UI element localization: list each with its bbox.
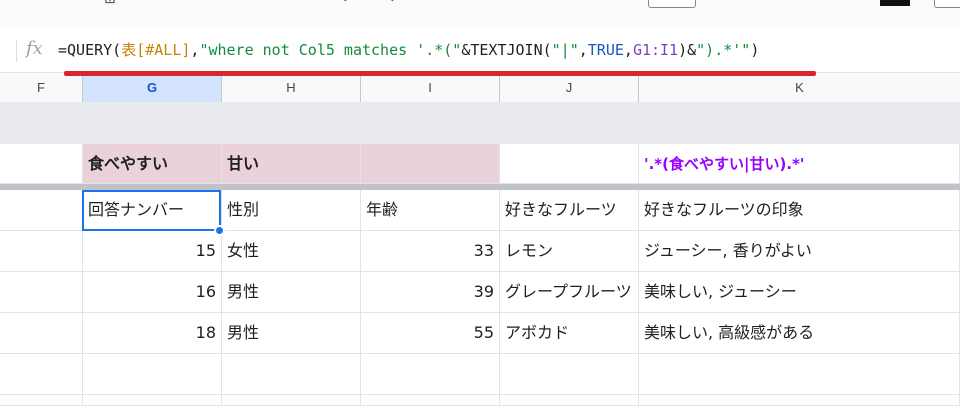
column-header-k[interactable]: K [639, 73, 960, 102]
redo-icon[interactable]: ↷ [384, 0, 396, 8]
cell-f-header[interactable] [0, 190, 83, 231]
cell-h-gender[interactable]: 男性 [222, 313, 361, 354]
cell-j[interactable] [500, 395, 639, 406]
formula-bar-divider [16, 40, 17, 62]
cell-f[interactable] [0, 395, 83, 406]
formula-range-ref: 表[#ALL] [121, 41, 191, 59]
formula-close-paren: ) [750, 41, 760, 59]
freeze-divider[interactable] [0, 184, 960, 190]
formula-bar: fx =QUERY(表[#ALL], "where not Col5 matche… [0, 28, 960, 73]
column-header-bar: F G H I J K [0, 73, 960, 103]
cell-j[interactable] [500, 354, 639, 395]
formula-concat: )& [678, 41, 697, 59]
cell-g[interactable] [83, 354, 222, 395]
fill-handle[interactable] [214, 225, 225, 236]
formula-string-pipe: "|" [551, 41, 579, 59]
annotation-underline [64, 71, 816, 76]
cell-f[interactable] [0, 313, 83, 354]
cell-i-header[interactable]: 年齢 [361, 190, 500, 231]
column-header-i[interactable]: I [361, 73, 500, 102]
cell-g-answer-number[interactable]: 15 [83, 231, 222, 272]
cell-h-header[interactable]: 性別 [222, 190, 361, 231]
formula-cell-range: G1:I1 [632, 41, 679, 59]
cell-g-answer-number[interactable]: 18 [83, 313, 222, 354]
cell-g[interactable] [83, 395, 222, 406]
cell-k[interactable] [639, 395, 960, 406]
cell-j-header[interactable]: 好きなフルーツ [500, 190, 639, 231]
toolbar-strip: ⊞ ↶ ↷ [0, 0, 960, 28]
cell-f[interactable] [0, 272, 83, 313]
cell-k[interactable] [639, 354, 960, 395]
formula-func-query: =QUERY( [58, 41, 122, 59]
cell-j-fruit[interactable]: グレープフルーツ [500, 272, 639, 313]
hidden-rows-area [0, 102, 960, 144]
toolbar-dropdown[interactable] [648, 0, 696, 8]
cell-j-keyword[interactable] [500, 144, 639, 184]
cell-h[interactable] [222, 395, 361, 406]
cell-i[interactable] [361, 395, 500, 406]
cell-i-age[interactable]: 33 [361, 231, 500, 272]
column-header-g[interactable]: G [83, 73, 222, 102]
cell-i-keyword[interactable] [361, 144, 500, 184]
cell-k-impression[interactable]: 美味しい, ジューシー [639, 272, 960, 313]
cell-j-fruit[interactable]: レモン [500, 231, 639, 272]
cell-g-header[interactable]: 回答ナンバー [83, 190, 222, 231]
cell-h[interactable] [222, 354, 361, 395]
cell-f[interactable] [0, 354, 83, 395]
toolbar-control[interactable] [934, 0, 960, 8]
cell-k-impression[interactable]: ジューシー, 香りがよい [639, 231, 960, 272]
column-header-h[interactable]: H [222, 73, 361, 102]
column-header-f[interactable]: F [0, 73, 83, 102]
cell-k-regex-result[interactable]: '.*(食べやすい|甘い).*' [639, 144, 960, 184]
fx-icon: fx [26, 38, 43, 59]
cell-i[interactable] [361, 354, 500, 395]
cell-f[interactable] [0, 231, 83, 272]
column-header-j[interactable]: J [500, 73, 639, 102]
toolbar-icon[interactable]: ⊞ [104, 0, 116, 7]
formula-input[interactable]: =QUERY(表[#ALL], "where not Col5 matches '… [58, 39, 759, 60]
formula-bool-true: TRUE [587, 41, 624, 59]
formula-comma: , [578, 41, 588, 59]
cell-j-fruit[interactable]: アボカド [500, 313, 639, 354]
cell-h-gender[interactable]: 女性 [222, 231, 361, 272]
formula-string-end: ").*'" [696, 41, 751, 59]
cell-k-header[interactable]: 好きなフルーツの印象 [639, 190, 960, 231]
cell-i-age[interactable]: 55 [361, 313, 500, 354]
cell-h-gender[interactable]: 男性 [222, 272, 361, 313]
cell-g-answer-number[interactable]: 16 [83, 272, 222, 313]
formula-string-where: "where not Col5 matches '.*(" [199, 41, 462, 59]
cell-f-keyword[interactable] [0, 144, 83, 184]
formula-comma: , [623, 41, 633, 59]
cell-h-keyword[interactable]: 甘い [222, 144, 361, 184]
cell-k-impression[interactable]: 美味しい, 高級感がある [639, 313, 960, 354]
formula-func-textjoin: &TEXTJOIN( [461, 41, 552, 59]
cell-i-age[interactable]: 39 [361, 272, 500, 313]
cell-g-keyword[interactable]: 食べやすい [83, 144, 222, 184]
undo-icon[interactable]: ↶ [342, 0, 354, 8]
text-color-swatch[interactable] [880, 0, 910, 6]
